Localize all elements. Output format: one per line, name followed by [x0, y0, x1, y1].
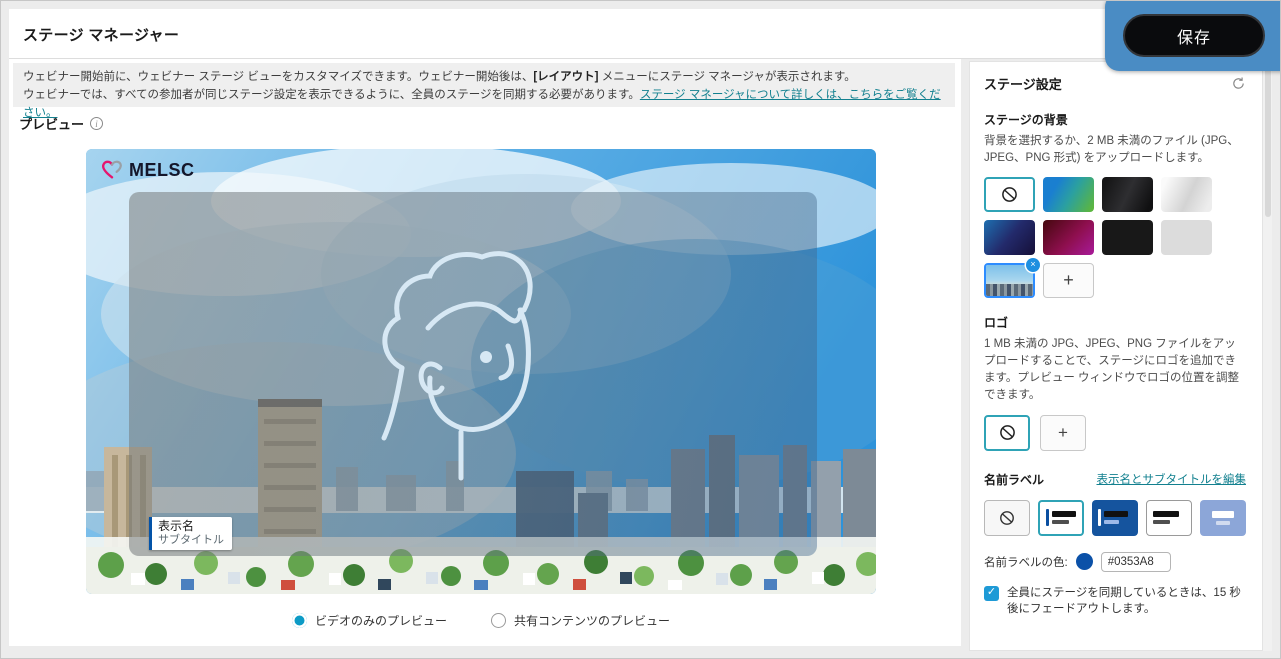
heart-logo-icon [100, 159, 124, 181]
radio-shared-content-preview[interactable]: 共有コンテンツのプレビュー [491, 612, 670, 629]
name-label-style-bars-outline[interactable] [1146, 500, 1192, 536]
name-label-style-options [984, 500, 1246, 536]
name-label-color-row: 名前ラベルの色: [984, 552, 1246, 572]
radio-shared-content-label: 共有コンテンツのプレビュー [514, 612, 670, 629]
plus-icon: + [1063, 270, 1074, 291]
name-label-style-solid-light-blue[interactable] [1200, 500, 1246, 536]
stage-preview[interactable]: MELSC 表示名 サブタイトル [86, 149, 876, 594]
name-label-style-left-bar-filled[interactable] [1092, 500, 1138, 536]
reset-refresh-icon[interactable] [1231, 76, 1246, 91]
radio-video-only-preview[interactable]: ビデオのみのプレビュー [292, 612, 447, 629]
background-option-magenta[interactable] [1043, 220, 1094, 255]
city-thumbnail [986, 265, 1033, 296]
edit-display-name-link[interactable]: 表示名とサブタイトルを編集 [1097, 471, 1247, 487]
color-swatch[interactable] [1076, 553, 1093, 570]
name-label-color-caption: 名前ラベルの色: [984, 554, 1068, 570]
brand-text: MELSC [129, 160, 195, 181]
name-label-heading: 名前ラベル [984, 471, 1044, 488]
checkbox-checked-icon[interactable]: ✓ [984, 586, 999, 601]
logo-description: 1 MB 未満の JPG、JPEG、PNG ファイルをアップロードすることで、ス… [984, 336, 1246, 405]
info-banner: ウェビナー開始前に、ウェビナー ステージ ビューをカスタマイズできます。ウェビナ… [13, 63, 955, 107]
logo-heading: ロゴ [984, 314, 1246, 331]
stage-settings-panel: ステージ設定 ステージの背景 背景を選択するか、2 MB 未満のファイル (JP… [969, 61, 1263, 651]
layout-menu-ref: [レイアウト] [533, 71, 598, 83]
avatar-placeholder-icon [366, 238, 581, 488]
name-label-style-left-bar-outline-selected[interactable] [1038, 500, 1084, 536]
radio-video-only-label: ビデオのみのプレビュー [315, 612, 447, 629]
video-placeholder-region [129, 192, 817, 556]
save-button[interactable]: 保存 [1123, 14, 1265, 57]
background-option-teal-green[interactable] [1043, 177, 1094, 212]
sync-fadeout-label: 全員にステージを同期しているときは、15 秒後にフェードアウトします。 [1007, 585, 1246, 618]
display-name-text: 表示名 [158, 519, 224, 534]
subtitle-text: サブタイトル [158, 534, 224, 547]
logo-upload-button[interactable]: + [1040, 415, 1086, 451]
plus-icon: + [1058, 423, 1068, 443]
page-title: ステージ マネージャー [23, 24, 179, 45]
name-label-style-none[interactable] [984, 500, 1030, 536]
sidebar-scrollbar[interactable] [1263, 61, 1272, 651]
background-upload-button[interactable]: + [1043, 263, 1094, 298]
background-description: 背景を選択するか、2 MB 未満のファイル (JPG、JPEG、PNG 形式) … [984, 133, 1246, 168]
background-heading: ステージの背景 [984, 111, 1246, 128]
radio-selected-icon[interactable] [292, 613, 307, 628]
background-option-dark-wave[interactable] [1102, 177, 1153, 212]
info-icon[interactable]: i [90, 117, 103, 130]
name-label-preview[interactable]: 表示名 サブタイトル [149, 517, 232, 550]
background-option-navy-purple[interactable] [984, 220, 1035, 255]
header-bar: ステージ マネージャー [9, 9, 1271, 59]
stage-logo[interactable]: MELSC [100, 159, 195, 181]
radio-unselected-icon[interactable] [491, 613, 506, 628]
remove-background-icon[interactable]: × [1026, 258, 1040, 272]
no-background-icon [1001, 186, 1018, 203]
no-label-icon [999, 510, 1015, 526]
logo-options: + [984, 415, 1246, 451]
banner-line2: ウェビナーでは、すべての参加者が同じステージ設定を表示できるように、全員のステー… [23, 89, 640, 101]
background-option-city-photo-selected[interactable]: × [984, 263, 1035, 298]
background-option-light-gray[interactable] [1161, 220, 1212, 255]
sync-fadeout-row: ✓ 全員にステージを同期しているときは、15 秒後にフェードアウトします。 [984, 585, 1246, 618]
background-option-black[interactable] [1102, 220, 1153, 255]
color-hex-input[interactable] [1101, 552, 1171, 572]
logo-option-none[interactable] [984, 415, 1030, 451]
background-option-none[interactable] [984, 177, 1035, 212]
background-option-light-wave[interactable] [1161, 177, 1212, 212]
background-options-grid: × + [984, 177, 1246, 298]
save-button-highlight-box: 保存 [1105, 0, 1281, 71]
preview-heading: プレビュー i [19, 114, 103, 133]
stage-settings-title: ステージ設定 [984, 74, 1062, 93]
preview-mode-radios: ビデオのみのプレビュー 共有コンテンツのプレビュー [86, 612, 876, 629]
stage-manager-window: ステージ マネージャー ウェビナー開始前に、ウェビナー ステージ ビューをカスタ… [0, 0, 1281, 659]
main-panel: ウェビナー開始前に、ウェビナー ステージ ビューをカスタマイズできます。ウェビナ… [9, 59, 961, 646]
no-logo-icon [999, 424, 1016, 441]
banner-line1: ウェビナー開始前に、ウェビナー ステージ ビューをカスタマイズできます。ウェビナ… [23, 71, 856, 83]
